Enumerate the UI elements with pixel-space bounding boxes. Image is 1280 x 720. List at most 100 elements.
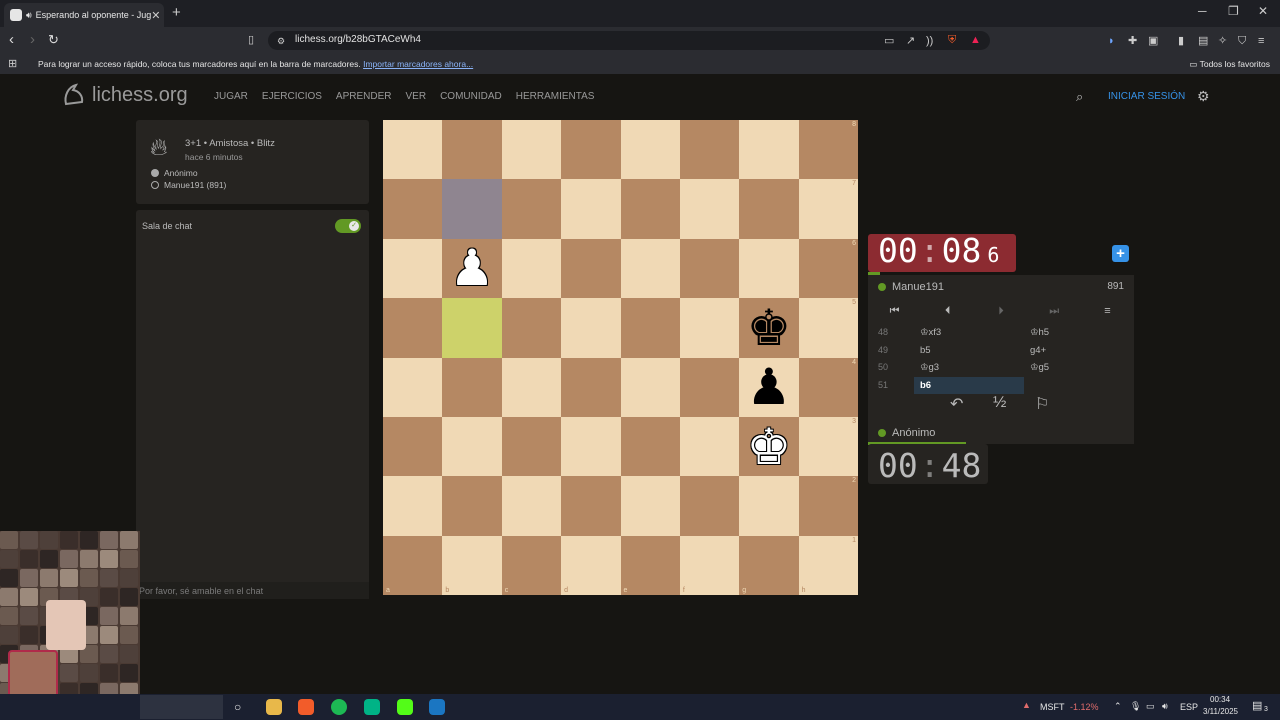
close-tab-icon[interactable]: ✕ (151, 9, 160, 22)
minimize-icon[interactable]: ─ (1198, 4, 1207, 18)
clock-time[interactable]: 00:34 (1210, 695, 1230, 704)
square-c5[interactable] (501, 298, 562, 358)
language-indicator[interactable]: ESP (1180, 702, 1198, 712)
square-f2[interactable] (679, 476, 740, 536)
window-close-icon[interactable]: ✕ (1258, 4, 1268, 18)
square-e6[interactable] (620, 238, 680, 299)
square-h8[interactable]: 8 (798, 120, 858, 180)
square-b3[interactable] (442, 416, 502, 477)
square-a4[interactable] (383, 357, 443, 417)
bookmark-icon[interactable]: ▯ (248, 33, 254, 47)
vpn-icon[interactable]: ⛉ (1238, 34, 1246, 48)
black-move[interactable] (1024, 377, 1134, 394)
black-piece-g5[interactable]: ♚ (747, 303, 792, 353)
last-move-icon[interactable]: ⏭ (1028, 305, 1081, 318)
square-f6[interactable] (679, 238, 740, 299)
first-move-icon[interactable]: ⏮ (868, 305, 921, 318)
square-h7[interactable]: 7 (798, 179, 858, 239)
brave-shield-icon[interactable]: ⛨ (948, 33, 956, 47)
nav-ver[interactable]: VER (406, 91, 427, 102)
square-c8[interactable] (501, 120, 562, 180)
square-c6[interactable] (501, 238, 562, 299)
settings-gear-icon[interactable]: ⚙ (1197, 88, 1210, 105)
black-move[interactable]: g4+ (1024, 342, 1134, 359)
nav-jugar[interactable]: JUGAR (214, 91, 248, 102)
wallet-icon[interactable]: ▤ (1198, 34, 1208, 48)
square-e4[interactable] (620, 357, 680, 417)
square-f8[interactable] (679, 120, 740, 180)
square-a3[interactable] (383, 416, 443, 477)
square-d1[interactable]: d (561, 535, 621, 595)
square-a1[interactable]: a (383, 535, 443, 595)
prev-move-icon[interactable]: ⏴ (921, 305, 974, 318)
square-b8[interactable] (442, 120, 502, 180)
kick-icon[interactable] (397, 699, 413, 715)
screen-icon[interactable]: ▭ (884, 34, 894, 48)
next-move-icon[interactable]: ⏵ (974, 305, 1027, 318)
white-piece-g3[interactable]: ♚ (747, 422, 792, 472)
square-d5[interactable] (561, 298, 621, 358)
square-c3[interactable] (501, 416, 562, 477)
square-f1[interactable]: f (679, 535, 740, 595)
square-d8[interactable] (561, 120, 621, 180)
black-piece-g4[interactable]: ♟ (747, 362, 792, 412)
back-icon[interactable]: ‹ (9, 31, 14, 49)
square-c7[interactable] (501, 179, 562, 239)
site-info-icon[interactable]: ⚙ (277, 34, 285, 48)
restore-icon[interactable]: ❐ (1228, 4, 1239, 18)
notifications-icon[interactable]: ▤ (1252, 699, 1262, 712)
add-time-button[interactable]: + (1112, 245, 1129, 262)
share-icon[interactable]: ↗ (906, 34, 915, 48)
own-player-bar[interactable]: Anónimo (868, 424, 1134, 442)
square-e7[interactable] (620, 179, 680, 239)
square-g5[interactable]: ♚ (739, 298, 799, 358)
file-explorer-icon[interactable] (266, 699, 282, 715)
white-piece-b6[interactable]: ♟ (450, 243, 495, 293)
square-h1[interactable]: 1h (798, 535, 858, 595)
chat-app-icon[interactable] (364, 699, 380, 715)
takeback-icon[interactable]: ↶ (950, 394, 963, 414)
square-b5[interactable] (442, 298, 502, 358)
square-a7[interactable] (383, 179, 443, 239)
site-logo[interactable]: lichess.org (60, 82, 188, 108)
square-g8[interactable] (739, 120, 799, 180)
nav-comunidad[interactable]: COMUNIDAD (440, 91, 502, 102)
square-f5[interactable] (679, 298, 740, 358)
square-d4[interactable] (561, 357, 621, 417)
forward-icon[interactable]: › (30, 31, 35, 49)
black-move[interactable]: ♔h5 (1024, 324, 1134, 341)
nav-aprender[interactable]: APRENDER (336, 91, 392, 102)
square-b6[interactable]: ♟ (442, 238, 502, 299)
square-a6[interactable] (383, 238, 443, 299)
cortana-icon[interactable]: ○ (234, 700, 241, 714)
square-d2[interactable] (561, 476, 621, 536)
search-icon[interactable]: ⌕ (1076, 89, 1083, 105)
square-e8[interactable] (620, 120, 680, 180)
sidebar-icon[interactable]: ▮ (1178, 34, 1184, 48)
square-a2[interactable] (383, 476, 443, 536)
extensions-icon[interactable]: ✚ (1128, 34, 1137, 48)
square-g1[interactable]: g (739, 535, 799, 595)
black-move[interactable]: ♔g5 (1024, 359, 1134, 376)
square-d3[interactable] (561, 416, 621, 477)
volume-icon[interactable]: 🔊︎ (1162, 701, 1168, 712)
square-e1[interactable]: e (620, 535, 680, 595)
square-a8[interactable] (383, 120, 443, 180)
nav-herramientas[interactable]: HERRAMIENTAS (516, 91, 595, 102)
opponent-player-bar[interactable]: Manue191 891 (868, 275, 1134, 298)
square-a5[interactable] (383, 298, 443, 358)
black-player[interactable]: Manue191 (891) (151, 180, 226, 190)
square-e3[interactable] (620, 416, 680, 477)
nav-ejercicios[interactable]: EJERCICIOS (262, 91, 322, 102)
square-f7[interactable] (679, 179, 740, 239)
white-move[interactable]: b6 (914, 376, 1024, 394)
square-e5[interactable] (620, 298, 680, 358)
square-c2[interactable] (501, 476, 562, 536)
square-h3[interactable]: 3 (798, 416, 858, 477)
square-b7[interactable] (442, 179, 502, 239)
new-tab-icon[interactable]: + (172, 4, 181, 21)
leo-icon[interactable]: ◗ (1108, 34, 1115, 48)
spotify-icon[interactable] (331, 699, 347, 715)
ai-icon[interactable]: ✧ (1218, 34, 1227, 48)
white-move[interactable]: ♔g3 (914, 359, 1024, 376)
